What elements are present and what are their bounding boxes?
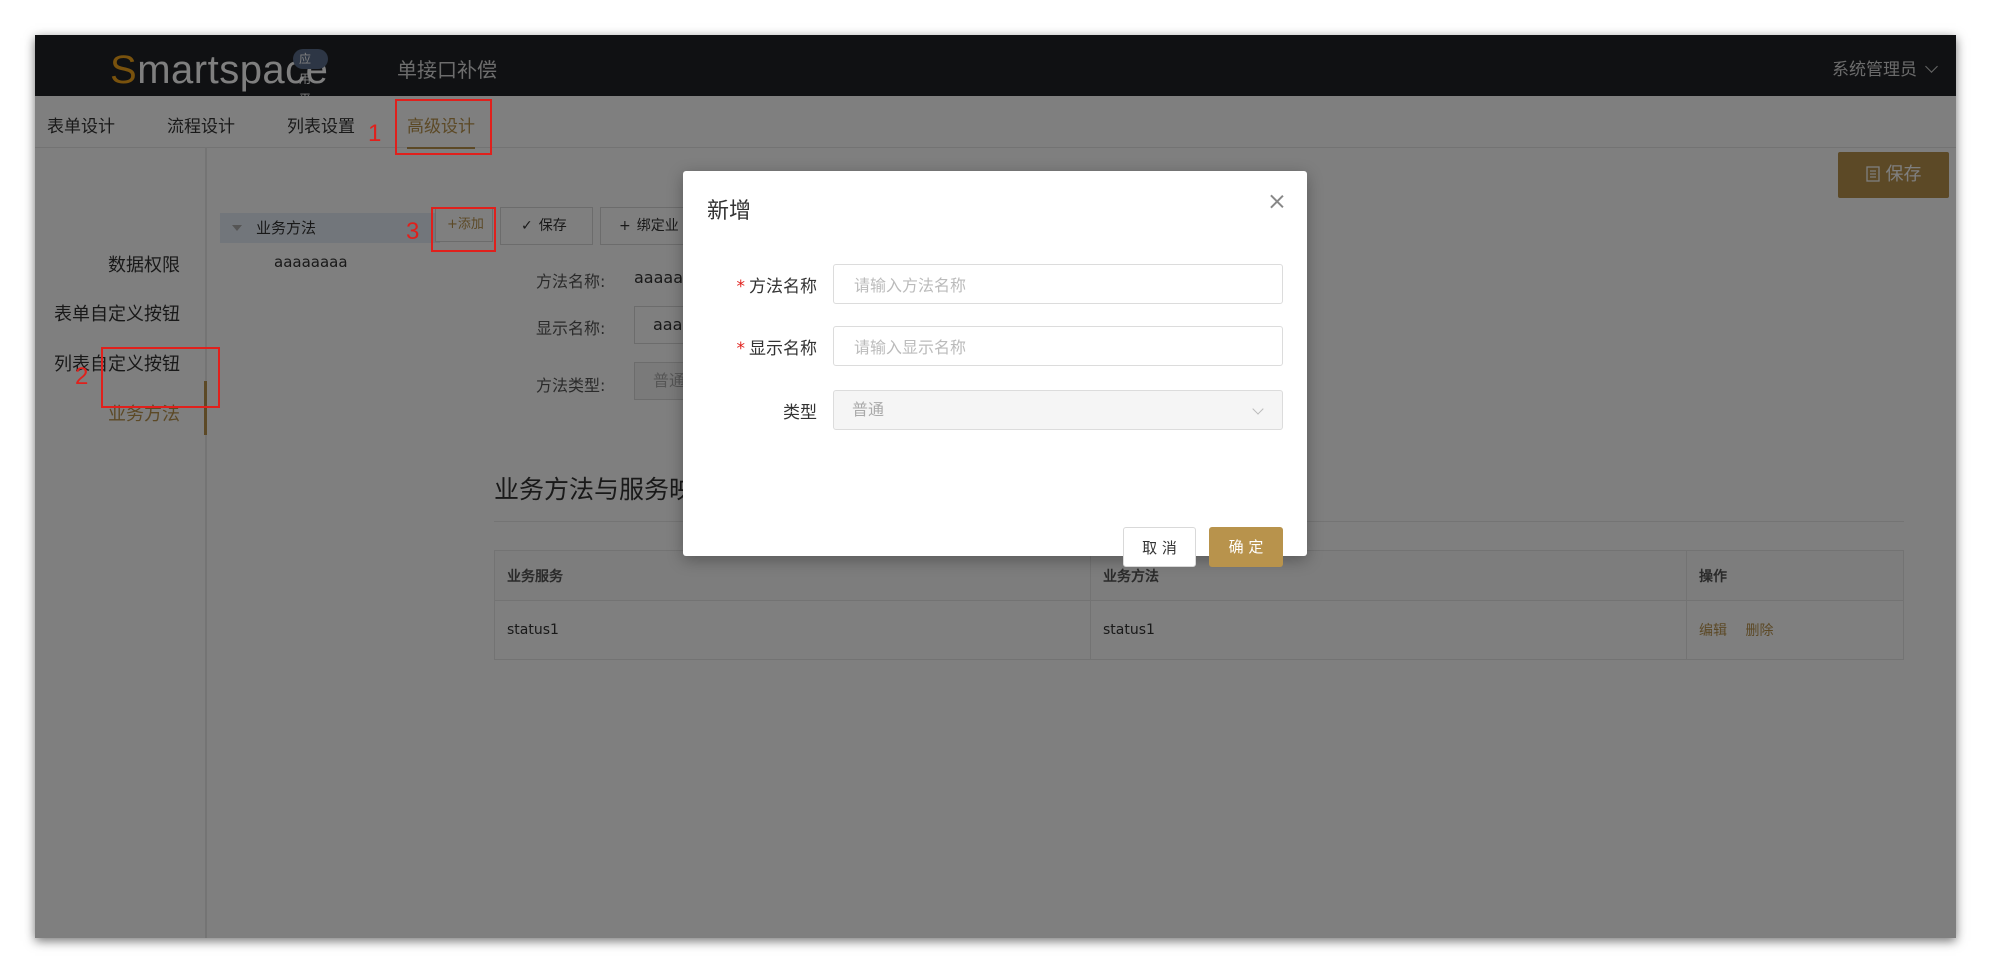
- display-name-field[interactable]: [833, 326, 1283, 367]
- annotation-box-add-button: [431, 207, 496, 252]
- dialog-title: 新增: [707, 199, 752, 224]
- app-window: Smartspace 应用平台 单接口补偿 系统管理员 表单设计 流程设计 列表…: [35, 35, 1956, 938]
- display-name-input-modal[interactable]: [852, 327, 1276, 367]
- method-name-field[interactable]: [833, 264, 1283, 305]
- method-name-field-label: * 方法名称: [737, 272, 818, 297]
- chevron-down-icon: [1252, 403, 1264, 415]
- type-select-value: 普通: [852, 400, 885, 419]
- field-label-text: 显示名称: [749, 339, 817, 359]
- annotation-number-3: 3: [406, 218, 420, 245]
- annotation-number-2: 2: [75, 363, 89, 390]
- cancel-button[interactable]: 取 消: [1123, 527, 1196, 567]
- required-marker: *: [736, 339, 746, 359]
- annotation-number-1: 1: [368, 120, 382, 147]
- confirm-button[interactable]: 确 定: [1209, 527, 1283, 567]
- method-name-input[interactable]: [852, 265, 1276, 305]
- required-marker: *: [736, 277, 746, 297]
- field-label-text: 方法名称: [749, 277, 817, 297]
- close-icon[interactable]: [1269, 193, 1285, 209]
- add-method-dialog: 新增 *方法名称 *显示名称 类型 普通 取 消 确 定: [683, 171, 1307, 567]
- display-name-field-label: * 显示名称: [737, 334, 818, 359]
- type-select[interactable]: 普通: [833, 390, 1283, 430]
- annotation-box-business-method: [101, 347, 220, 408]
- annotation-box-advanced-tab: [395, 99, 492, 155]
- type-field-label: 类型: [783, 403, 817, 423]
